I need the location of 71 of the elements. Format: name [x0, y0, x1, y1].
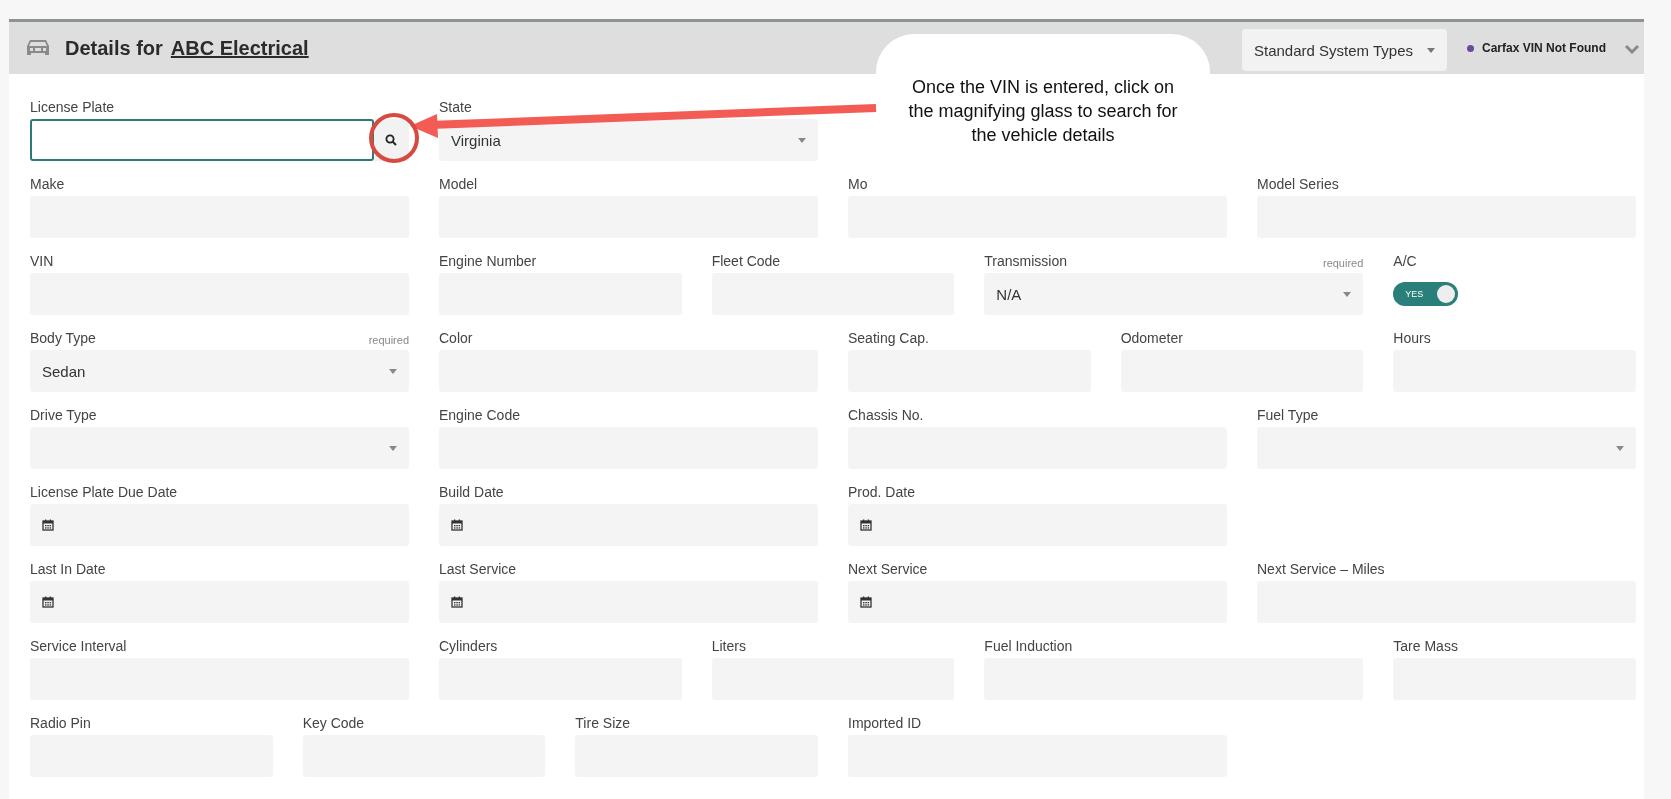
- field-label: Fleet Code: [711, 253, 781, 269]
- car-icon: [25, 38, 51, 58]
- field-label: Tire Size: [575, 715, 631, 731]
- field-label: Fuel Type: [1257, 407, 1319, 423]
- field-label: Transmission: [984, 253, 1068, 269]
- field-label: Next Service – Miles: [1257, 561, 1385, 577]
- field-label: Drive Type: [30, 407, 97, 423]
- field-label: Model Series: [1257, 176, 1339, 192]
- field-label: Tare Mass: [1393, 638, 1458, 654]
- field-label: Engine Number: [439, 253, 537, 269]
- field-label: License Plate Due Date: [30, 484, 178, 500]
- field-label: Imported ID: [848, 715, 922, 731]
- chevron-down-icon[interactable]: [1624, 44, 1640, 54]
- calendar-icon: [42, 519, 54, 531]
- select-field[interactable]: [30, 427, 409, 469]
- field-label: Odometer: [1120, 330, 1183, 346]
- search-icon: [385, 134, 398, 146]
- date-field[interactable]: [30, 504, 409, 546]
- field-label: Prod. Date: [848, 484, 915, 500]
- field-label: Make: [30, 176, 65, 192]
- select-field[interactable]: Sedan: [30, 350, 409, 392]
- field-label: Last In Date: [30, 561, 106, 577]
- calendar-icon: [451, 519, 463, 531]
- select-field[interactable]: N/A: [984, 273, 1364, 315]
- system-types-select[interactable]: Standard System Types: [1242, 29, 1447, 71]
- required-hint: required: [368, 334, 409, 346]
- field-label: Service Interval: [30, 638, 127, 654]
- field-label: Mo: [848, 176, 868, 192]
- field-label: Body Type: [30, 330, 96, 346]
- calendar-icon: [860, 519, 872, 531]
- field-label: Cylinders: [439, 638, 498, 654]
- caret-icon: [1616, 445, 1624, 451]
- field-label: Engine Code: [439, 407, 520, 423]
- select-field[interactable]: [1257, 427, 1636, 469]
- highlight-circle: [369, 113, 419, 163]
- field-label: Hours: [1393, 330, 1431, 346]
- carfax-status: Carfax VIN Not Found: [1482, 41, 1606, 55]
- caret-icon: [798, 137, 806, 143]
- toggle-switch[interactable]: YES: [1393, 282, 1459, 306]
- panel-title: Details for: [65, 36, 163, 60]
- field-label: License Plate: [30, 99, 115, 115]
- field-label: Fuel Induction: [984, 638, 1073, 654]
- caret-icon: [1427, 47, 1435, 53]
- field-label: Radio Pin: [30, 715, 91, 731]
- date-field[interactable]: [848, 504, 1227, 546]
- date-field[interactable]: [439, 504, 818, 546]
- caret-icon: [389, 445, 397, 451]
- field-label: Next Service: [848, 561, 928, 577]
- field-label: Key Code: [302, 715, 365, 731]
- caret-icon: [389, 368, 397, 374]
- caret-icon: [1343, 291, 1352, 297]
- field-label: Color: [439, 330, 473, 346]
- field-label: A/C: [1393, 253, 1417, 269]
- field-label: Build Date: [439, 484, 504, 500]
- field-label: Last Service: [439, 561, 517, 577]
- date-field[interactable]: [439, 581, 818, 623]
- calendar-icon: [42, 596, 54, 608]
- field-label: Chassis No.: [848, 407, 924, 423]
- field-label: VIN: [30, 253, 54, 269]
- calendar-icon: [451, 596, 463, 608]
- field-label: Seating Cap.: [848, 330, 929, 346]
- field-label: Model: [439, 176, 478, 192]
- field-label: Liters: [711, 638, 746, 654]
- customer-link[interactable]: ABC Electrical: [170, 36, 309, 60]
- date-field[interactable]: [848, 581, 1227, 623]
- select-field[interactable]: Virginia: [439, 119, 818, 161]
- field-label: State: [439, 99, 472, 115]
- required-hint: required: [1322, 257, 1364, 269]
- date-field[interactable]: [30, 581, 409, 623]
- calendar-icon: [860, 596, 872, 608]
- license-plate-field[interactable]: [30, 119, 374, 161]
